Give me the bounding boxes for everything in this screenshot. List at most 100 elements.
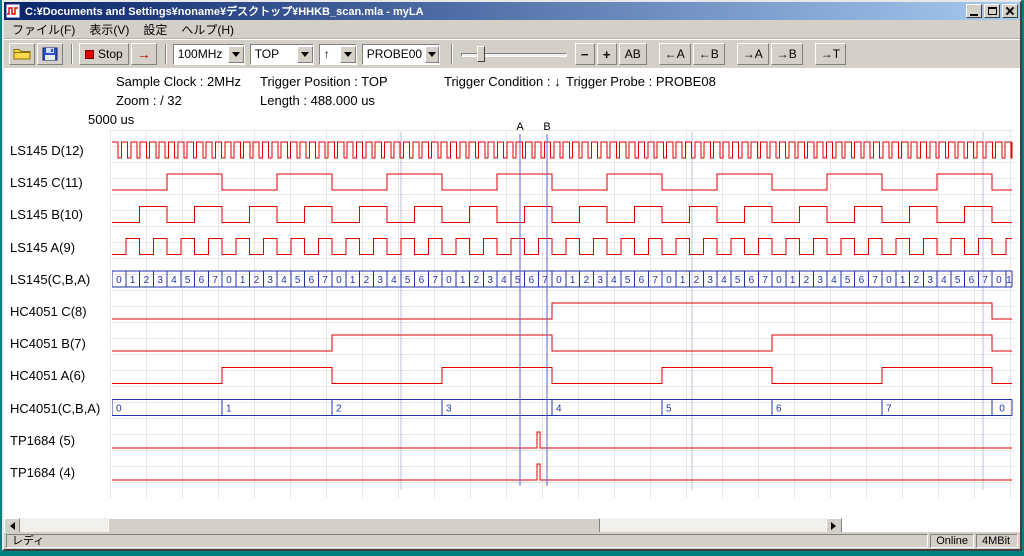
bus-value: 3 bbox=[487, 275, 493, 286]
chevron-down-icon[interactable] bbox=[297, 46, 313, 63]
goto-marker-b-left-button[interactable]: ←B bbox=[693, 43, 725, 65]
channel-labels: LS145 D(12)LS145 C(11)LS145 B(10)LS145 A… bbox=[4, 118, 110, 498]
bus-value: 1 bbox=[130, 275, 136, 286]
run-button[interactable]: → bbox=[131, 43, 157, 65]
status-online: Online bbox=[930, 534, 974, 548]
bus-value: 4 bbox=[611, 275, 617, 286]
bus-value: 2 bbox=[474, 275, 480, 286]
bus-value: 4 bbox=[281, 275, 287, 286]
bus-value: 5 bbox=[625, 275, 631, 286]
waveform-display: 0123456701234567012345670123456701234567… bbox=[112, 118, 1016, 494]
bus-value: 7 bbox=[872, 275, 878, 286]
bus-value: 2 bbox=[144, 275, 150, 286]
bus-value: 3 bbox=[377, 275, 383, 286]
bus-value: 1 bbox=[680, 275, 686, 286]
toolbar-separator bbox=[451, 44, 453, 64]
zoom-slider-thumb[interactable] bbox=[477, 46, 485, 62]
app-window: C:¥Documents and Settings¥noname¥デスクトップ¥… bbox=[2, 0, 1022, 551]
menu-settings[interactable]: 設定 bbox=[136, 20, 174, 39]
waveform-channel-6 bbox=[112, 335, 1012, 351]
scroll-right-button[interactable] bbox=[826, 518, 842, 532]
trigger-position-select[interactable]: TOP bbox=[250, 44, 314, 65]
stop-label: Stop bbox=[98, 47, 123, 61]
menu-view[interactable]: 表示(V) bbox=[82, 20, 136, 39]
close-icon bbox=[1006, 7, 1014, 15]
scrollbar-thumb[interactable] bbox=[108, 518, 600, 532]
waveform-channel-10 bbox=[112, 464, 1012, 480]
channel-label-6: HC4051 B(7) bbox=[10, 336, 86, 351]
horizontal-scrollbar[interactable] bbox=[4, 518, 842, 532]
open-file-button[interactable] bbox=[9, 43, 35, 65]
bus-value: 0 bbox=[116, 404, 122, 415]
maximize-button[interactable] bbox=[984, 4, 1000, 18]
goto-marker-a-left-button[interactable]: ←A bbox=[659, 43, 691, 65]
title-bar[interactable]: C:¥Documents and Settings¥noname¥デスクトップ¥… bbox=[4, 2, 1020, 20]
bus-value: 7 bbox=[886, 404, 892, 415]
bus-value: 2 bbox=[336, 404, 342, 415]
scroll-left-button[interactable] bbox=[4, 518, 20, 532]
sample-clock-info: Sample Clock : 2MHz bbox=[116, 74, 241, 89]
bus-value: 3 bbox=[927, 275, 933, 286]
bus-value: 3 bbox=[157, 275, 163, 286]
waveform-channel-2 bbox=[112, 206, 1012, 222]
zoom-in-button[interactable]: + bbox=[597, 43, 617, 65]
status-memory: 4MBit bbox=[976, 534, 1018, 548]
close-button[interactable] bbox=[1002, 4, 1018, 18]
bus-value: 2 bbox=[254, 275, 260, 286]
goto-marker-b-right-button[interactable]: →B bbox=[771, 43, 803, 65]
waveform-channel-0 bbox=[112, 142, 1012, 158]
bus-value: 6 bbox=[776, 404, 782, 415]
bus-value: 1 bbox=[226, 404, 232, 415]
window-controls bbox=[964, 4, 1018, 18]
trigger-probe-info: Trigger Probe : PROBE08 bbox=[566, 74, 716, 89]
channel-label-5: HC4051 C(8) bbox=[10, 304, 87, 319]
bus-value: 3 bbox=[707, 275, 713, 286]
channel-label-1: LS145 C(11) bbox=[10, 175, 83, 190]
length-info: Length : 488.000 us bbox=[260, 93, 375, 108]
channel-label-8: HC4051(C,B,A) bbox=[10, 401, 100, 416]
stop-button[interactable]: Stop bbox=[79, 43, 129, 65]
chevron-down-icon[interactable] bbox=[228, 46, 244, 63]
minimize-icon bbox=[970, 14, 978, 16]
save-button[interactable] bbox=[37, 43, 63, 65]
trigger-condition-info: Trigger Condition : ↓ bbox=[444, 74, 561, 89]
chevron-down-icon[interactable] bbox=[425, 46, 439, 63]
trigger-edge-select[interactable]: ↑ bbox=[319, 44, 357, 65]
channel-label-10: TP1684 (4) bbox=[10, 465, 75, 480]
menu-file[interactable]: ファイル(F) bbox=[5, 20, 82, 39]
sample-clock-select[interactable]: 100MHz bbox=[173, 44, 245, 65]
bus-value: 4 bbox=[501, 275, 507, 286]
marker-label-A: A bbox=[516, 121, 524, 133]
goto-marker-a-right-button[interactable]: →A bbox=[737, 43, 769, 65]
arrow-left-icon bbox=[6, 522, 15, 530]
bus-value: 0 bbox=[116, 275, 122, 286]
goto-trigger-button[interactable]: →T bbox=[815, 43, 846, 65]
bus-value: 0 bbox=[999, 404, 1005, 415]
channel-label-2: LS145 B(10) bbox=[10, 207, 83, 222]
menu-bar: ファイル(F) 表示(V) 設定 ヘルプ(H) bbox=[4, 20, 1020, 39]
menu-help[interactable]: ヘルプ(H) bbox=[174, 20, 241, 39]
zoom-slider[interactable] bbox=[461, 44, 567, 64]
toolbar-separator bbox=[71, 44, 73, 64]
open-folder-icon bbox=[13, 47, 31, 61]
status-message: レディ bbox=[6, 534, 928, 548]
bus-value: 5 bbox=[185, 275, 191, 286]
bus-value: 4 bbox=[556, 404, 562, 415]
bus-value: 2 bbox=[694, 275, 700, 286]
trigger-probe-value: PROBE00 bbox=[367, 47, 422, 61]
bus-value: 3 bbox=[597, 275, 603, 286]
minimize-button[interactable] bbox=[966, 4, 982, 18]
chevron-down-icon[interactable] bbox=[340, 46, 356, 63]
bus-value: 5 bbox=[955, 275, 961, 286]
bus-value: 1 bbox=[240, 275, 246, 286]
arrow-right-icon bbox=[831, 522, 840, 530]
bus-value: 4 bbox=[391, 275, 397, 286]
zoom-out-button[interactable]: − bbox=[575, 43, 595, 65]
channel-label-9: TP1684 (5) bbox=[10, 433, 75, 448]
bus-value: 2 bbox=[804, 275, 810, 286]
trigger-probe-select[interactable]: PROBE00 bbox=[362, 44, 440, 65]
waveform-channel-3 bbox=[112, 239, 1012, 255]
marker-ab-button[interactable]: AB bbox=[619, 43, 647, 65]
channel-label-4: LS145(C,B,A) bbox=[10, 272, 90, 287]
floppy-disk-icon bbox=[42, 47, 58, 61]
